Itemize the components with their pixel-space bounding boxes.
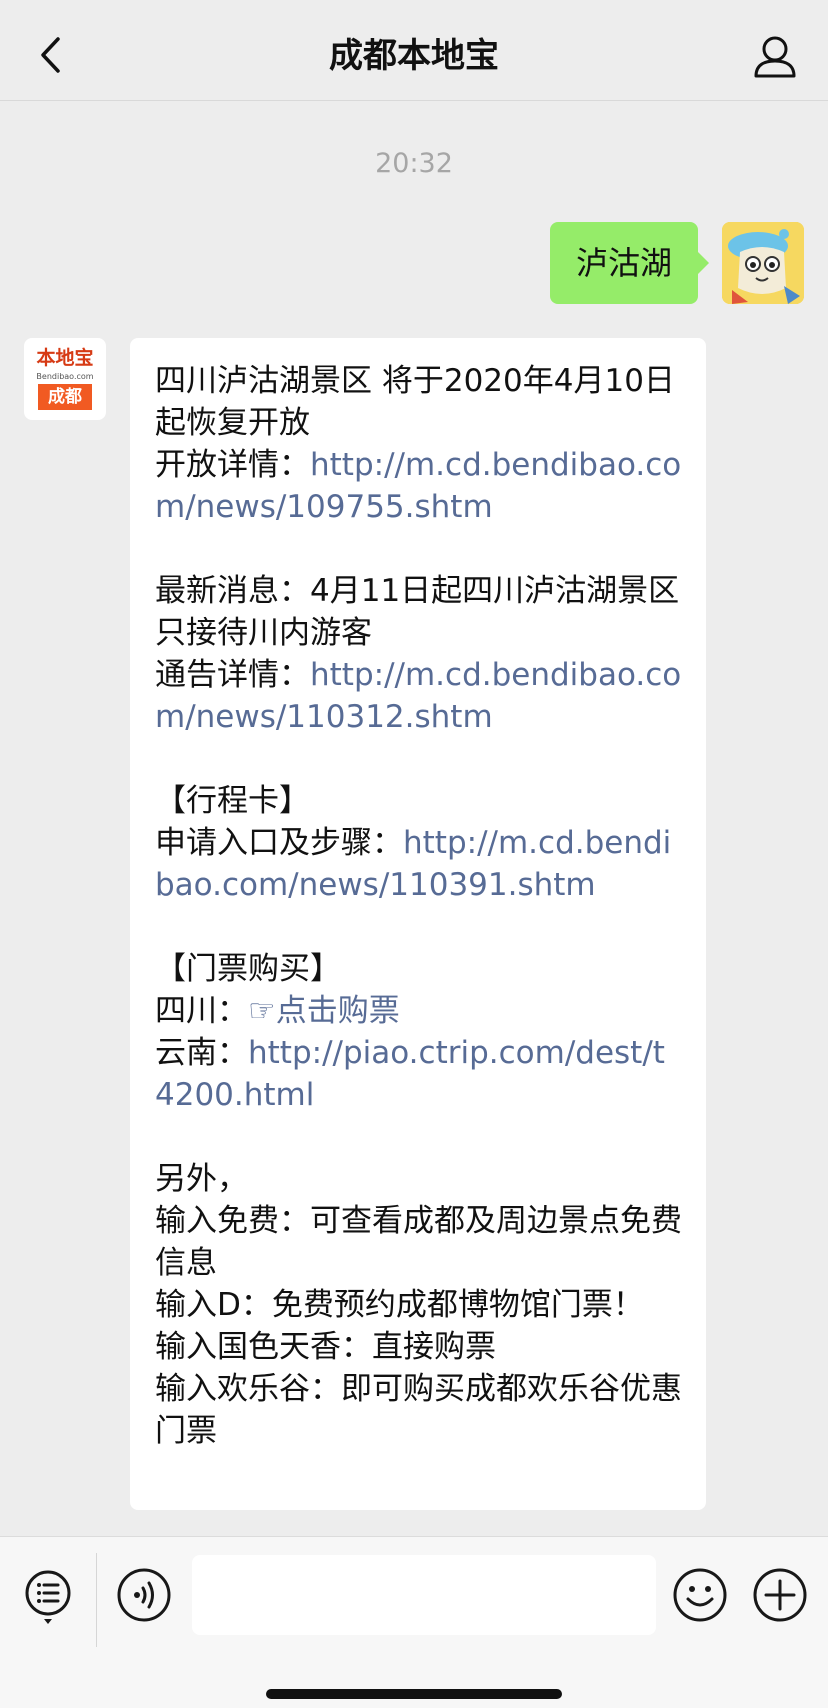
- message-label: 开放详情：: [155, 447, 310, 483]
- outgoing-message-bubble[interactable]: 泸沽湖: [549, 222, 710, 304]
- message-paragraph: 【行程卡】 申请入口及步骤：http://m.cd.bendibao.com/n…: [155, 780, 684, 906]
- message-text: 输入欢乐谷：即可购买成都欢乐谷优惠门票: [155, 1371, 682, 1449]
- message-paragraph: 【门票购买】 四川：☞点击购票 云南：http://piao.ctrip.com…: [155, 948, 684, 1116]
- message-label: 申请入口及步骤：: [155, 825, 403, 861]
- menu-list-icon: [25, 1570, 71, 1624]
- person-icon: [754, 36, 796, 78]
- message-paragraph: 四川泸沽湖景区 将于2020年4月10日起恢复开放 开放详情：http://m.…: [155, 360, 684, 528]
- message-text: 【门票购买】: [155, 951, 341, 987]
- emoji-button[interactable]: [672, 1567, 727, 1622]
- chat-title: 成都本地宝: [329, 36, 499, 76]
- message-text-input[interactable]: [192, 1555, 656, 1635]
- cartoon-avatar-icon: [722, 222, 804, 304]
- message-paragraph: 另外， 输入免费：可查看成都及周边景点免费信息 输入D：免费预约成都博物馆门票！…: [155, 1158, 684, 1452]
- message-line: 开放详情：http://m.cd.bendibao.com/news/10975…: [155, 444, 684, 528]
- user-avatar[interactable]: [722, 222, 804, 304]
- chat-profile-button[interactable]: [752, 34, 798, 80]
- message-label: 通告详情：: [155, 657, 310, 693]
- more-actions-button[interactable]: [752, 1567, 807, 1622]
- voice-button[interactable]: [116, 1567, 171, 1622]
- logo-city: 成都: [38, 384, 92, 410]
- message-line: 云南：http://piao.ctrip.com/dest/t4200.html: [155, 1032, 684, 1116]
- message-input-bar: [0, 1536, 828, 1708]
- emoji-icon: [673, 1568, 727, 1622]
- navigation-header: 成都本地宝: [0, 0, 828, 101]
- incoming-message-bubble: 四川泸沽湖景区 将于2020年4月10日起恢复开放 开放详情：http://m.…: [130, 338, 706, 1510]
- bot-avatar[interactable]: 本地宝 Bendibao.com 成都: [24, 338, 106, 420]
- message-line: 四川：☞点击购票: [155, 990, 684, 1032]
- menu-button[interactable]: [24, 1567, 78, 1624]
- home-indicator[interactable]: [266, 1689, 562, 1699]
- sichuan-ticket-link[interactable]: ☞点击购票: [248, 993, 400, 1029]
- message-paragraph: 最新消息：4月11日起四川泸沽湖景区只接待川内游客 通告详情：http://m.…: [155, 570, 684, 738]
- voice-icon: [117, 1568, 171, 1622]
- message-label: 云南：: [155, 1035, 248, 1071]
- message-label: 四川：: [155, 993, 248, 1029]
- message-timestamp: 20:32: [375, 148, 453, 179]
- message-text: 另外，: [155, 1161, 248, 1197]
- logo-domain: Bendibao.com: [36, 372, 94, 381]
- message-text: 最新消息：4月11日起四川泸沽湖景区只接待川内游客: [155, 573, 680, 651]
- logo-title: 本地宝: [36, 347, 94, 369]
- input-bar-divider: [96, 1553, 97, 1647]
- message-text: 四川泸沽湖景区 将于2020年4月10日起恢复开放: [155, 363, 675, 441]
- message-text: 【行程卡】: [155, 783, 310, 819]
- message-text: 输入国色天香：直接购票: [155, 1329, 496, 1365]
- message-line: 通告详情：http://m.cd.bendibao.com/news/11031…: [155, 654, 684, 738]
- message-line: 申请入口及步骤：http://m.cd.bendibao.com/news/11…: [155, 822, 684, 906]
- message-text: 输入免费：可查看成都及周边景点免费信息: [155, 1203, 682, 1281]
- plus-icon: [753, 1568, 807, 1622]
- message-text: 输入D：免费预约成都博物馆门票！: [155, 1287, 644, 1323]
